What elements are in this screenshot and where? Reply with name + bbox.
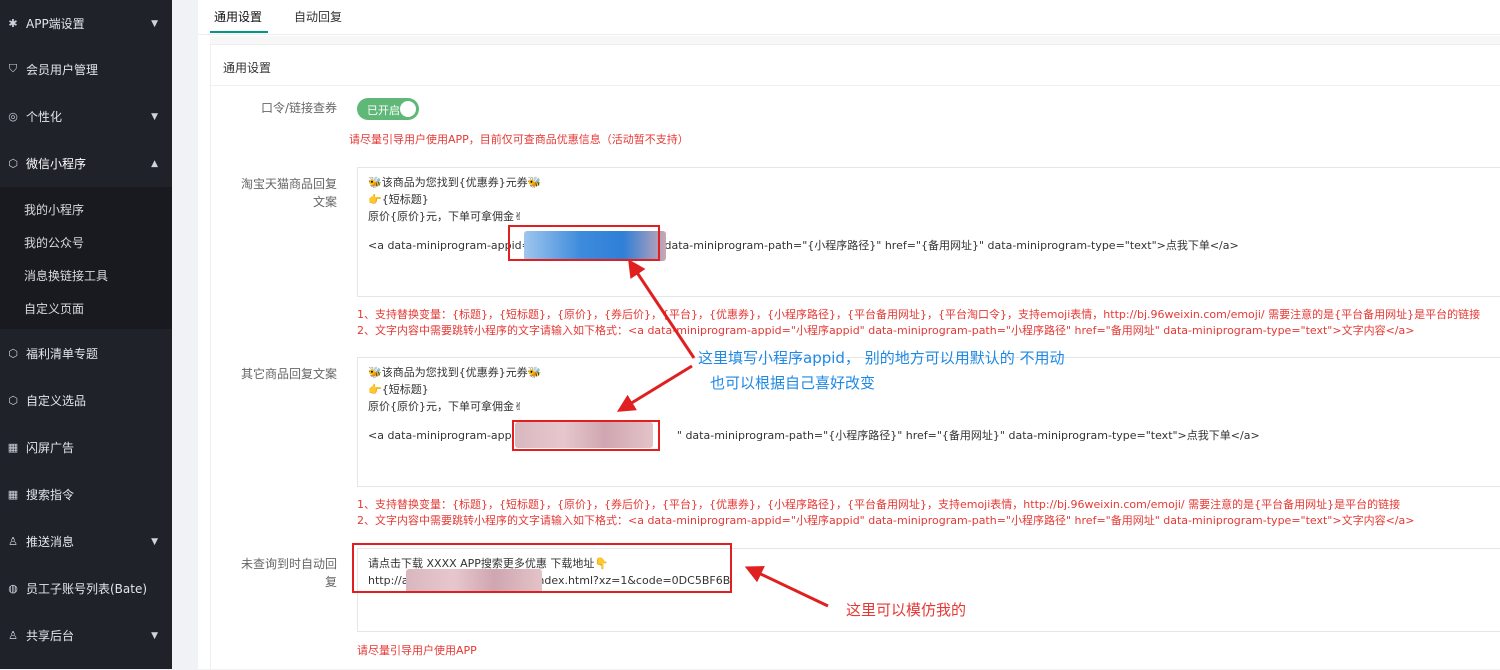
sidebar-item-label: 搜索指令 — [26, 487, 75, 502]
cube-icon: ⬡ — [8, 156, 18, 170]
sidebar-item-label: 共享后台 — [26, 628, 75, 643]
main-content: 通用设置 自动回复 通用设置 口令/链接查券 已开启 请尽量引导用户使用APP，… — [198, 0, 1500, 670]
grid-icon: ▦ — [7, 487, 19, 501]
panel-title: 通用设置 — [223, 61, 272, 75]
annotation-imitate-note: 这里可以模仿我的 — [846, 601, 967, 619]
sidebar-gap — [172, 0, 198, 669]
chevron-up-icon: ▲ — [151, 159, 158, 169]
notfound-reply-label-line2: 复 — [324, 575, 337, 589]
chevron-down-icon: ▼ — [151, 112, 158, 122]
submenu-item-custom-page[interactable]: 自定义页面 — [24, 300, 84, 320]
highlight-reply-box — [352, 543, 732, 593]
text-line: 原价{原价}元，下单可拿佣金✌ — [368, 210, 524, 223]
notfound-reply-label-line1: 未查询到时自动回 — [240, 557, 337, 571]
submenu-item-my-official-account[interactable]: 我的公众号 — [24, 234, 84, 254]
sparkle-bee-icon: 🐝 — [527, 366, 542, 379]
chevron-down-icon: ▼ — [151, 19, 158, 29]
tab-general-settings[interactable]: 通用设置 — [214, 8, 262, 25]
highlight-appid-box — [508, 225, 660, 261]
sidebar-item-search-commands[interactable]: ▦ 搜索指令 — [0, 471, 172, 517]
user-group-icon: ♙ — [8, 628, 18, 642]
palette-icon: ◎ — [8, 109, 18, 123]
tab-auto-reply[interactable]: 自动回复 — [294, 8, 342, 25]
sidebar-item-label: 福利清单专题 — [26, 346, 99, 361]
other-hint-variables: 1、支持替换变量：{标题}，{短标题}，{原价}，{券后价}，{平台}，{优惠券… — [357, 498, 1401, 511]
gear-icon: ✱ — [8, 16, 18, 30]
sparkle-bee-icon: 🐝 — [527, 176, 542, 189]
switch-knob — [400, 101, 416, 117]
taobao-reply-label: 淘宝天猫商品回复 文案 — [211, 175, 337, 211]
victory-hand-icon: ✌ — [514, 400, 524, 413]
pointing-hand-icon: 👉 — [368, 383, 382, 396]
active-tab-indicator — [210, 31, 268, 33]
highlight-appid-box — [512, 420, 660, 451]
taobao-hint-format: 2、文字内容中需要跳转小程序的文字请输入如下格式：<a data-minipro… — [357, 324, 1415, 337]
cube-icon: ⬡ — [8, 346, 18, 360]
sidebar-item-welfare-list[interactable]: ⬡ 福利清单专题 — [0, 330, 172, 376]
sidebar-item-shared-backend[interactable]: ♙ 共享后台 ▼ — [0, 612, 172, 658]
sidebar-item-label: 微信小程序 — [26, 156, 87, 171]
sparkle-bee-icon: 🐝 — [368, 176, 382, 189]
command-lookup-label: 口令/链接查券 — [260, 101, 337, 115]
text-line: 🐝该商品为您找到{优惠券}元券🐝 — [368, 176, 542, 189]
text-line: 👉{短标题} — [368, 383, 429, 396]
sidebar-item-wechat-miniprogram[interactable]: ⬡ 微信小程序 ▲ — [0, 140, 172, 186]
cube-icon: ⬡ — [8, 393, 18, 407]
sidebar-item-label: 会员用户管理 — [26, 62, 99, 77]
submenu-item-my-miniprogram[interactable]: 我的小程序 — [24, 201, 84, 221]
chevron-down-icon: ▼ — [151, 537, 158, 547]
taobao-hint-variables: 1、支持替换变量：{标题}，{短标题}，{原价}，{券后价}，{平台}，{优惠券… — [357, 308, 1481, 321]
annotation-appid-note-2: 也可以根据自己喜好改变 — [710, 374, 876, 392]
shield-icon: ⛉ — [8, 62, 18, 75]
user-group-icon: ♙ — [8, 534, 18, 548]
sidebar-item-members[interactable]: ⛉ 会员用户管理 — [0, 46, 172, 92]
command-lookup-hint: 请尽量引导用户使用APP，目前仅可查商品优惠信息（活动暂不支持） — [349, 133, 689, 146]
chevron-down-icon: ▼ — [151, 631, 158, 641]
victory-hand-icon: ✌ — [514, 210, 524, 223]
divider — [211, 85, 1500, 86]
tab-bar: 通用设置 自动回复 — [198, 0, 1500, 35]
notfound-hint: 请尽量引导用户使用APP — [357, 644, 477, 657]
globe-icon: ◍ — [8, 581, 18, 595]
switch-text: 已开启 — [367, 104, 400, 117]
submenu-item-link-tool[interactable]: 消息换链接工具 — [24, 267, 108, 287]
sidebar-item-label: 员工子账号列表(Bate) — [26, 581, 148, 596]
sidebar: ✱ APP端设置 ▼ ⛉ 会员用户管理 ◎ 个性化 ▼ ⬡ 微信小程序 ▲ 我的… — [0, 0, 172, 669]
sidebar-item-label: 自定义选品 — [26, 393, 87, 408]
sparkle-bee-icon: 🐝 — [368, 366, 382, 379]
sidebar-item-label: APP端设置 — [26, 16, 85, 31]
text-line: 原价{原价}元，下单可拿佣金✌ — [368, 400, 524, 413]
sidebar-item-staff-accounts[interactable]: ◍ 员工子账号列表(Bate) — [0, 565, 172, 611]
sidebar-item-push-messages[interactable]: ♙ 推送消息 ▼ — [0, 518, 172, 564]
other-reply-label: 其它商品回复文案 — [240, 367, 337, 381]
sidebar-item-splash-ads[interactable]: ▦ 闪屏广告 — [0, 424, 172, 470]
submenu-wechat-miniprogram: 我的小程序 我的公众号 消息换链接工具 自定义页面 — [0, 187, 172, 329]
pointing-hand-icon: 👉 — [368, 193, 382, 206]
command-lookup-switch[interactable]: 已开启 — [357, 98, 419, 120]
other-hint-format: 2、文字内容中需要跳转小程序的文字请输入如下格式：<a data-minipro… — [357, 514, 1415, 527]
taobao-reply-label-line1: 淘宝天猫商品回复 — [240, 177, 337, 191]
sidebar-item-label: 推送消息 — [26, 534, 75, 549]
annotation-appid-note: 这里填写小程序appid， 别的地方可以用默认的 不用动 — [698, 349, 1065, 367]
text-line: 👉{短标题} — [368, 193, 429, 206]
taobao-reply-label-line2: 文案 — [312, 195, 337, 209]
sidebar-item-label: 个性化 — [26, 109, 63, 124]
sidebar-item-label: 闪屏广告 — [26, 440, 75, 455]
sidebar-item-custom-selection[interactable]: ⬡ 自定义选品 — [0, 377, 172, 423]
notfound-reply-label: 未查询到时自动回 复 — [211, 555, 337, 591]
panel-separator — [210, 36, 1500, 44]
sidebar-item-personalize[interactable]: ◎ 个性化 ▼ — [0, 93, 172, 139]
sidebar-item-app-settings[interactable]: ✱ APP端设置 ▼ — [0, 0, 172, 46]
grid-icon: ▦ — [7, 440, 19, 454]
